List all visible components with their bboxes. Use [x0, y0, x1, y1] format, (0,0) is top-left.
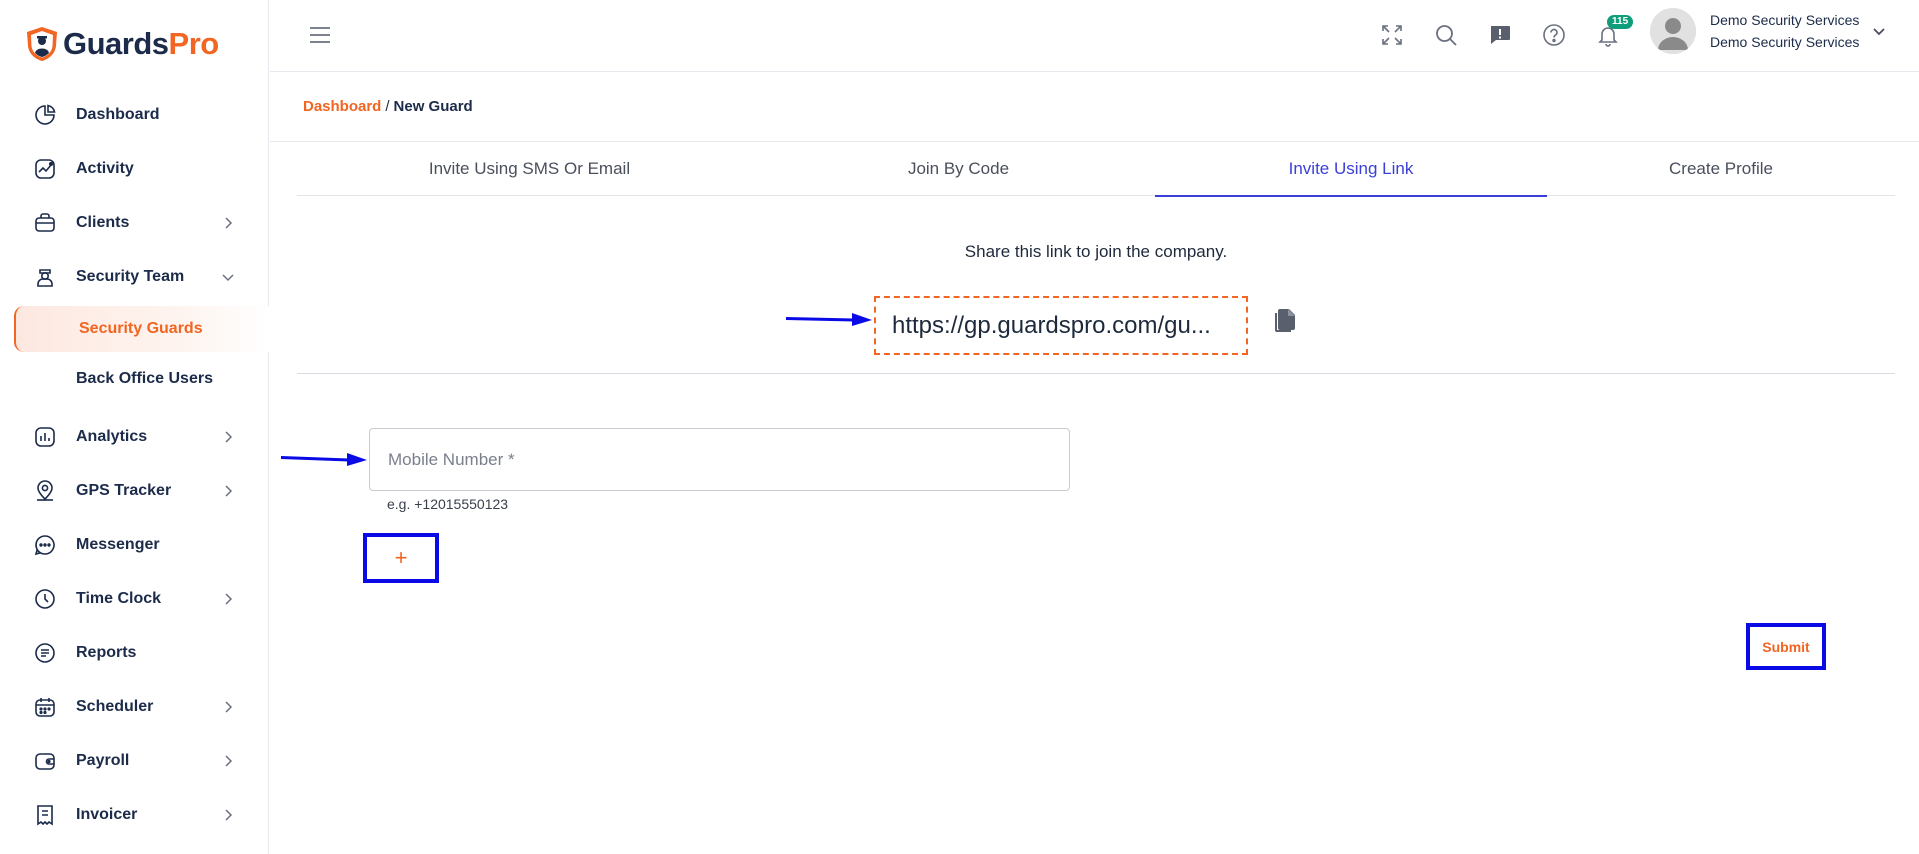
user-info: Demo Security Services Demo Security Ser…	[1710, 9, 1859, 53]
submit-button[interactable]: Submit	[1746, 623, 1826, 670]
breadcrumb-current: New Guard	[393, 98, 473, 115]
invite-tabs: Invite Using SMS Or Email Join By Code I…	[297, 142, 1895, 197]
share-instruction: Share this link to join the company.	[964, 242, 1228, 261]
chevron-right-icon	[225, 485, 233, 497]
hamburger-menu-icon[interactable]	[308, 24, 332, 46]
sidebar-item-analytics[interactable]: Analytics	[0, 410, 269, 464]
shield-logo-icon	[27, 27, 57, 61]
sidebar-item-dashboard[interactable]: Dashboard	[0, 88, 269, 142]
sidebar-nav: Dashboard Activity Clients Security Team…	[0, 88, 269, 842]
chevron-right-icon	[225, 701, 233, 713]
sidebar-item-label: Analytics	[76, 428, 148, 445]
divider	[297, 373, 1895, 374]
sidebar-item-label: Clients	[76, 214, 130, 231]
annotation-arrow-right-icon	[280, 453, 367, 466]
activity-chart-icon	[32, 156, 58, 182]
avatar	[1650, 8, 1696, 54]
add-number-button[interactable]: +	[363, 533, 439, 583]
sidebar-item-label: Payroll	[76, 752, 130, 769]
report-icon	[32, 640, 58, 666]
sidebar-item-reports[interactable]: Reports	[0, 626, 269, 680]
sidebar-subitem-back-office-users[interactable]: Back Office Users	[0, 354, 269, 404]
user-company: Demo Security Services	[1710, 34, 1860, 50]
sidebar-item-activity[interactable]: Activity	[0, 142, 269, 196]
sidebar: GuardsPro Dashboard Activity Clients Sec…	[0, 0, 269, 854]
invite-link-field[interactable]: https://gp.guardspro.com/gu...	[874, 296, 1248, 355]
sidebar-item-scheduler[interactable]: Scheduler	[0, 680, 269, 734]
tab-join-by-code[interactable]: Join By Code	[762, 142, 1155, 196]
sidebar-item-label: Reports	[76, 644, 137, 661]
logo-text: GuardsPro	[63, 26, 219, 61]
bar-chart-icon	[32, 424, 58, 450]
wallet-icon	[32, 748, 58, 774]
chevron-right-icon	[225, 431, 233, 443]
mobile-number-hint: e.g. +12015550123	[387, 496, 509, 512]
breadcrumb-separator: /	[385, 98, 390, 115]
feedback-icon[interactable]	[1487, 22, 1513, 48]
chat-bubble-icon	[32, 532, 58, 558]
sidebar-item-label: Dashboard	[76, 106, 160, 123]
tab-invite-sms-email[interactable]: Invite Using SMS Or Email	[297, 142, 762, 196]
notification-badge: 115	[1607, 15, 1634, 29]
search-icon[interactable]	[1433, 22, 1459, 48]
chevron-right-icon	[225, 755, 233, 767]
map-pin-icon	[32, 478, 58, 504]
topbar: 115 Demo Security Services Demo Security…	[270, 0, 1919, 72]
bell-icon[interactable]: 115	[1595, 15, 1634, 48]
sidebar-item-clients[interactable]: Clients	[0, 196, 269, 250]
chevron-down-icon	[1873, 28, 1886, 36]
briefcase-icon	[32, 210, 58, 236]
invoice-icon	[32, 802, 58, 828]
sidebar-item-label: Time Clock	[76, 590, 162, 607]
sidebar-item-label: Scheduler	[76, 698, 154, 715]
chevron-right-icon	[225, 593, 233, 605]
mobile-number-input[interactable]	[369, 428, 1070, 491]
chevron-down-icon	[222, 274, 234, 282]
logo[interactable]: GuardsPro	[25, 26, 219, 62]
sidebar-item-label: Messenger	[76, 536, 160, 553]
copy-icon[interactable]	[1272, 307, 1298, 335]
sidebar-item-gps-tracker[interactable]: GPS Tracker	[0, 464, 269, 518]
calendar-icon	[32, 694, 58, 720]
sidebar-item-label: Security Team	[76, 268, 185, 285]
help-icon[interactable]	[1541, 22, 1567, 48]
guard-icon	[32, 264, 58, 290]
chevron-right-icon	[225, 809, 233, 821]
sidebar-item-time-clock[interactable]: Time Clock	[0, 572, 269, 626]
user-name: Demo Security Services	[1710, 12, 1860, 28]
fullscreen-icon[interactable]	[1379, 22, 1405, 48]
tab-create-profile[interactable]: Create Profile	[1547, 142, 1895, 196]
sidebar-item-payroll[interactable]: Payroll	[0, 734, 269, 788]
sidebar-item-invoicer[interactable]: Invoicer	[0, 788, 269, 842]
sidebar-item-label: Activity	[76, 160, 134, 177]
sidebar-item-messenger[interactable]: Messenger	[0, 518, 269, 572]
sidebar-item-label: Invoicer	[76, 806, 138, 823]
sidebar-item-label: GPS Tracker	[76, 482, 172, 499]
user-menu[interactable]: Demo Security Services Demo Security Ser…	[1650, 8, 1887, 54]
chevron-right-icon	[225, 217, 233, 229]
annotation-arrow-right-icon	[785, 313, 872, 326]
pie-chart-icon	[32, 102, 58, 128]
breadcrumb: Dashboard / New Guard	[303, 98, 473, 115]
clock-icon	[32, 586, 58, 612]
sidebar-item-security-team[interactable]: Security Team	[0, 250, 269, 304]
sidebar-subitem-security-guards[interactable]: Security Guards	[14, 306, 269, 352]
breadcrumb-dashboard-link[interactable]: Dashboard	[303, 98, 381, 115]
tab-invite-using-link[interactable]: Invite Using Link	[1155, 142, 1547, 197]
